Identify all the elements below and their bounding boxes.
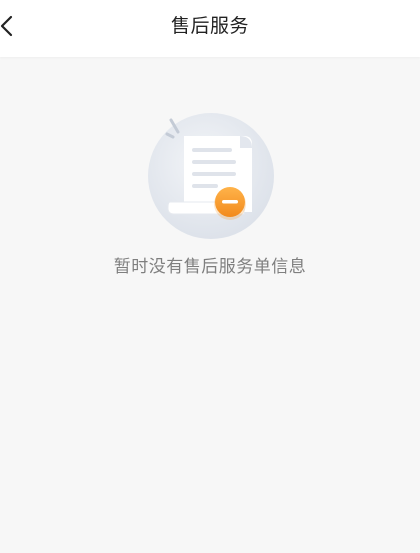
top-nav-bar: 售后服务 [0, 0, 420, 57]
empty-state-message: 暂时没有售后服务单信息 [113, 257, 307, 277]
page-title: 售后服务 [170, 15, 249, 37]
main-content: 暂时没有售后服务单信息 [0, 57, 420, 553]
empty-document-icon [148, 113, 274, 239]
